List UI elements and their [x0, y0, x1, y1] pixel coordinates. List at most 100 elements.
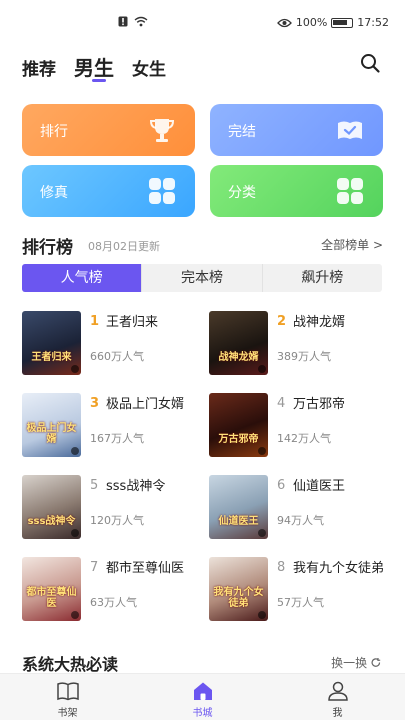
book-popularity: 94万人气	[277, 514, 324, 527]
ranking-title: 排行榜	[22, 238, 73, 258]
nav-bookstore-label: 书城	[192, 708, 213, 719]
book-open-icon	[56, 682, 79, 701]
nav-me-label: 我	[332, 708, 343, 719]
book-cover[interactable]: 都市至尊仙医	[22, 557, 81, 621]
book-item[interactable]: 都市至尊仙医 7 都市至尊仙医 63万人气	[22, 557, 202, 623]
battery-percent: 100%	[295, 16, 328, 29]
rank-number: 7	[90, 560, 99, 575]
grid-icon	[337, 178, 363, 204]
tab-completed[interactable]: 完本榜	[142, 264, 263, 292]
book-title[interactable]: 战神龙婿	[293, 314, 388, 331]
audio-tag-icon	[258, 611, 266, 619]
book-item[interactable]: 我有九个女徒弟 8 我有九个女徒弟 57万人气	[209, 557, 389, 623]
audio-tag-icon	[71, 611, 79, 619]
trophy-icon	[149, 119, 175, 142]
home-icon	[193, 682, 212, 700]
category-button[interactable]: 分类	[210, 165, 383, 217]
tab-female[interactable]: 女生	[132, 55, 166, 80]
ranking-updated: 08月02日更新	[88, 240, 160, 253]
tab-male[interactable]: 男生	[74, 52, 114, 81]
xiuzhen-button-label: 修真	[40, 185, 68, 201]
rank-number: 1	[90, 314, 100, 329]
active-tab-indicator	[92, 79, 106, 82]
refresh-icon	[371, 658, 381, 667]
book-popularity: 167万人气	[90, 432, 144, 445]
book-popularity: 120万人气	[90, 514, 144, 527]
nav-me[interactable]: 我	[270, 674, 405, 720]
book-check-icon	[338, 121, 362, 139]
rank-number: 2	[277, 314, 287, 329]
book-cover[interactable]: 王者归来	[22, 311, 81, 375]
rank-number: 4	[277, 396, 286, 411]
book-cover[interactable]: 我有九个女徒弟	[209, 557, 268, 621]
battery-icon	[331, 17, 354, 28]
rank-number: 8	[277, 560, 286, 575]
book-item[interactable]: sss战神令 5 sss战神令 120万人气	[22, 475, 202, 541]
book-item[interactable]: 极品上门女婿 3 极品上门女婿 167万人气	[22, 393, 202, 459]
xiuzhen-button[interactable]: 修真	[22, 165, 195, 217]
book-cover-title: sss战神令	[27, 516, 76, 527]
hot-section-header: 系统大热必读 换一换	[22, 651, 383, 674]
book-cover-title: 仙道医王	[218, 516, 259, 527]
book-cover-title: 都市至尊仙医	[26, 587, 77, 609]
book-cover-title: 王者归来	[31, 352, 72, 363]
nav-bookstore[interactable]: 书城	[135, 674, 270, 720]
status-bar: 100% 17:52	[0, 0, 405, 40]
tab-rising[interactable]: 飙升榜	[263, 264, 382, 292]
ranking-header: 排行榜 08月02日更新 全部榜单 >	[22, 233, 383, 258]
rank-number: 3	[90, 396, 100, 411]
book-popularity: 142万人气	[277, 432, 331, 445]
book-popularity: 63万人气	[90, 596, 137, 609]
nav-bookshelf[interactable]: 书架	[0, 674, 135, 720]
book-cover-title: 我有九个女徒弟	[213, 587, 264, 609]
rank-number: 5	[90, 478, 99, 493]
book-cover[interactable]: 极品上门女婿	[22, 393, 81, 457]
book-popularity: 660万人气	[90, 350, 144, 363]
channel-tabs: 推荐 男生 女生	[22, 52, 166, 81]
nav-bookshelf-label: 书架	[57, 708, 78, 719]
book-title[interactable]: 都市至尊仙医	[106, 560, 201, 577]
book-title[interactable]: 极品上门女婿	[106, 396, 201, 413]
book-title[interactable]: 王者归来	[106, 314, 201, 331]
book-item[interactable]: 万古邪帝 4 万古邪帝 142万人气	[209, 393, 389, 459]
rank-number: 6	[277, 478, 286, 493]
book-popularity: 389万人气	[277, 350, 331, 363]
book-title[interactable]: sss战神令	[106, 478, 201, 495]
book-item[interactable]: 战神龙婿 2 战神龙婿 389万人气	[209, 311, 389, 377]
book-cover[interactable]: 战神龙婿	[209, 311, 268, 375]
refresh-button[interactable]: 换一换	[331, 654, 381, 671]
book-item[interactable]: 王者归来 1 王者归来 660万人气	[22, 311, 202, 377]
book-popularity: 57万人气	[277, 596, 324, 609]
audio-tag-icon	[71, 447, 79, 455]
status-icons-left	[118, 16, 148, 27]
audio-tag-icon	[258, 365, 266, 373]
category-button-label: 分类	[228, 185, 256, 201]
eye-icon	[276, 18, 292, 27]
rank-button[interactable]: 排行	[22, 104, 195, 156]
status-icons-right: 100% 17:52	[276, 16, 389, 29]
book-cover[interactable]: 仙道医王	[209, 475, 268, 539]
book-title[interactable]: 仙道医王	[293, 478, 388, 495]
grid-icon	[149, 178, 175, 204]
book-title[interactable]: 万古邪帝	[293, 396, 388, 413]
book-cover[interactable]: 万古邪帝	[209, 393, 268, 457]
wifi-icon	[134, 16, 148, 27]
user-icon	[327, 681, 348, 701]
tab-popularity[interactable]: 人气榜	[22, 264, 143, 292]
bottom-nav: 书架 书城 我	[0, 673, 405, 720]
book-cover-title: 万古邪帝	[218, 434, 259, 445]
hot-section-title: 系统大热必读	[22, 655, 119, 674]
clock: 17:52	[357, 16, 389, 29]
finished-button[interactable]: 完结	[210, 104, 383, 156]
book-title[interactable]: 我有九个女徒弟	[293, 560, 388, 577]
book-item[interactable]: 仙道医王 6 仙道医王 94万人气	[209, 475, 389, 541]
search-icon[interactable]	[359, 52, 381, 74]
finished-button-label: 完结	[228, 124, 256, 140]
tab-recommend[interactable]: 推荐	[22, 55, 56, 80]
audio-tag-icon	[71, 365, 79, 373]
book-cover[interactable]: sss战神令	[22, 475, 81, 539]
audio-tag-icon	[258, 529, 266, 537]
all-rankings-link[interactable]: 全部榜单 >	[321, 236, 383, 253]
notification-icon	[118, 16, 128, 27]
book-cover-title: 极品上门女婿	[26, 423, 77, 445]
